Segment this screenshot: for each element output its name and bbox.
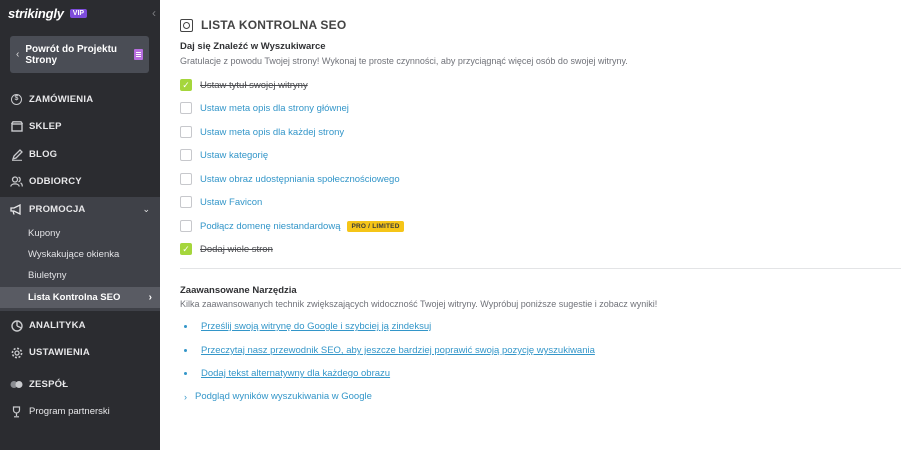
bullet-icon: [184, 325, 187, 328]
bullet-icon: [184, 349, 187, 352]
section-title-findability: Daj się Znaleźć w Wyszukiwarce: [180, 41, 326, 52]
sidebar-subitem-newsletters[interactable]: Biuletyny: [0, 265, 160, 286]
logo-row: strikingly VIP: [0, 0, 160, 26]
checklist-item[interactable]: ✓ Dodaj wiele stron: [180, 241, 273, 257]
megaphone-icon: [10, 203, 23, 216]
alt-text-link[interactable]: Dodaj tekst alternatywny dla każdego obr…: [201, 368, 390, 379]
section-title-advanced: Zaawansowane Narzędzia: [180, 285, 297, 296]
submit-to-google-link[interactable]: Prześlij swoją witrynę do Google i szybc…: [201, 321, 431, 332]
checkbox[interactable]: [180, 102, 192, 114]
google-preview-toggle[interactable]: › Podgląd wyników wyszukiwania w Google: [184, 391, 372, 402]
sidebar-item-store[interactable]: SKLEP: [0, 113, 160, 140]
checkbox[interactable]: [180, 220, 192, 232]
back-to-project-button[interactable]: ‹ Powrót do Projektu Strony: [10, 36, 149, 73]
chart-icon: [10, 319, 23, 332]
sidebar-item-team[interactable]: ZESPÓŁ: [0, 371, 160, 398]
checklist-item[interactable]: Ustaw obraz udostępniania społecznościow…: [180, 171, 400, 187]
sidebar-subitem-coupons[interactable]: Kupony: [0, 223, 160, 244]
advanced-link-item[interactable]: Przeczytaj nasz przewodnik SEO, aby jesz…: [184, 345, 595, 356]
pen-icon: [10, 148, 23, 161]
sidebar-item-partner-program[interactable]: Program partnerski: [0, 398, 160, 425]
advanced-link-item[interactable]: Prześlij swoją witrynę do Google i szybc…: [184, 321, 431, 332]
dollar-icon: $: [10, 93, 23, 106]
sidebar-item-settings[interactable]: USTAWIENIA: [0, 339, 160, 366]
document-icon: [134, 49, 143, 60]
sidebar-subitem-popups[interactable]: Wyskakujące okienka: [0, 244, 160, 265]
store-icon: [10, 120, 23, 133]
sidebar-subitem-seo-checklist[interactable]: Lista Kontrolna SEO ›: [0, 287, 160, 308]
google-preview-link[interactable]: Podgląd wyników wyszukiwania w Google: [195, 391, 372, 402]
sidebar-item-blog[interactable]: BLOG: [0, 141, 160, 168]
page-title: LISTA KONTROLNA SEO: [201, 18, 347, 32]
sidebar-item-promotion[interactable]: PROMOCJA ⌄: [0, 196, 160, 223]
section-divider: [180, 268, 901, 269]
advanced-link-item[interactable]: Dodaj tekst alternatywny dla każdego obr…: [184, 368, 390, 379]
sidebar-item-orders[interactable]: $ ZAMÓWIENIA: [0, 86, 160, 113]
back-button-label: Powrót do Projektu Strony: [25, 43, 118, 66]
users-icon: [10, 175, 23, 188]
sidebar-item-audience[interactable]: ODBIORCY: [0, 168, 160, 195]
chevron-left-icon: ‹: [16, 49, 20, 60]
gear-icon: [10, 346, 23, 359]
pro-limited-badge: PRO / LIMITED: [347, 220, 404, 232]
checklist-item[interactable]: Ustaw meta opis dla każdej strony: [180, 124, 344, 140]
checklist-item[interactable]: ✓ Ustaw tytuł swojej witryny: [180, 77, 308, 93]
collapse-sidebar-icon[interactable]: ‹: [152, 6, 156, 20]
checklist-item[interactable]: Ustaw kategorię: [180, 147, 268, 163]
sidebar-item-analytics[interactable]: ANALITYKA: [0, 312, 160, 339]
checkbox-checked[interactable]: ✓: [180, 79, 192, 91]
sidebar: strikingly VIP ‹ ‹ Powrót do Projektu St…: [0, 0, 160, 450]
checkbox[interactable]: [180, 149, 192, 161]
trophy-icon: [10, 405, 23, 418]
section-desc-findability: Gratulacje z powodu Twojej strony! Wykon…: [180, 56, 628, 66]
section-desc-advanced: Kilka zaawansowanych technik zwiększając…: [180, 299, 658, 309]
page-header: LISTA KONTROLNA SEO: [180, 18, 346, 32]
chevron-right-icon: ›: [148, 292, 152, 303]
team-icon: [10, 378, 23, 391]
seo-search-icon: [180, 18, 193, 32]
vip-badge: VIP: [69, 8, 88, 18]
chevron-right-icon: ›: [184, 391, 187, 402]
seo-guide-link[interactable]: Przeczytaj nasz przewodnik SEO, aby jesz…: [201, 345, 595, 356]
main-content: LISTA KONTROLNA SEO Daj się Znaleźć w Wy…: [160, 0, 901, 450]
strikingly-logo[interactable]: strikingly: [8, 6, 64, 21]
checkbox-checked[interactable]: ✓: [180, 243, 192, 255]
checkbox[interactable]: [180, 126, 192, 138]
checkbox[interactable]: [180, 173, 192, 185]
checklist-item[interactable]: Ustaw meta opis dla strony głównej: [180, 100, 349, 116]
chevron-down-icon: ⌄: [142, 204, 150, 214]
checklist-item[interactable]: Podłącz domenę niestandardową PRO / LIMI…: [180, 218, 404, 234]
bullet-icon: [184, 372, 187, 375]
checklist-item[interactable]: Ustaw Favicon: [180, 194, 262, 210]
checkbox[interactable]: [180, 196, 192, 208]
